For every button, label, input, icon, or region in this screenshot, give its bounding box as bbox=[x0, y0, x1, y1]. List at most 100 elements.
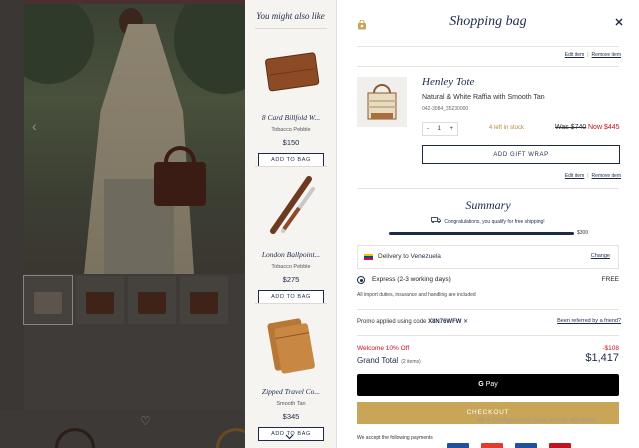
upsell-item-name[interactable]: London Ballpoint... bbox=[245, 250, 336, 259]
discount-label: Welcome 10% Off bbox=[357, 345, 410, 352]
payment-logo-icon bbox=[481, 443, 503, 448]
grand-total-value: $1,417 bbox=[585, 352, 619, 364]
promo-code: X8N76WFW bbox=[428, 319, 462, 325]
pen-image[interactable] bbox=[253, 169, 329, 247]
divider bbox=[357, 335, 619, 336]
shipping-method-label[interactable]: Express (2-3 working days) bbox=[372, 276, 451, 283]
item-actions: Edit item | Remove item bbox=[565, 173, 621, 179]
close-icon[interactable] bbox=[615, 15, 623, 29]
quantity-decrease-button[interactable]: - bbox=[427, 126, 429, 132]
windows-activation-watermark: Ve a Configuración para activar Windows. bbox=[477, 417, 598, 424]
express-shipping-radio[interactable] bbox=[357, 276, 365, 284]
summary-title: Summary bbox=[465, 198, 511, 212]
upsell-item-name[interactable]: 8 Card Billfold W... bbox=[245, 113, 336, 122]
google-pay-label: Pay bbox=[485, 381, 498, 388]
divider bbox=[357, 66, 619, 67]
google-pay-button[interactable]: G Pay bbox=[357, 374, 619, 396]
add-to-bag-button[interactable]: ADD TO BAG bbox=[258, 290, 324, 304]
payment-logo-icon bbox=[447, 443, 469, 448]
thumbnail-strip bbox=[23, 275, 245, 326]
upsell-item-color: Tobacco Pebble bbox=[271, 127, 311, 133]
edit-item-link[interactable]: Edit item bbox=[565, 52, 584, 58]
bottom-recommendations bbox=[0, 410, 245, 448]
left-rail bbox=[0, 0, 24, 448]
item-actions: Edit item | Remove item bbox=[565, 52, 621, 58]
now-price: Now $445 bbox=[588, 124, 620, 131]
change-destination-link[interactable]: Change bbox=[591, 253, 610, 259]
payment-logos bbox=[447, 443, 571, 448]
thumbnail[interactable] bbox=[180, 276, 228, 324]
item-count: (2 items) bbox=[401, 359, 421, 365]
upsell-item[interactable]: 8 Card Billfold W... Tobacco Pebble $150… bbox=[245, 32, 336, 167]
venezuela-flag-icon bbox=[364, 254, 373, 260]
bag-header: Shopping bag bbox=[337, 0, 639, 46]
travel-case-image[interactable] bbox=[253, 306, 329, 384]
divider bbox=[357, 188, 619, 189]
divider bbox=[357, 309, 619, 310]
free-shipping-text: Congratulations, you qualify for free sh… bbox=[444, 219, 545, 225]
upsell-item-name[interactable]: Zipped Travel Co... bbox=[245, 387, 336, 396]
upsell-item-color: Tobacco Pebble bbox=[271, 264, 311, 270]
stock-status: 4 left in stock bbox=[489, 125, 525, 131]
divider bbox=[357, 46, 619, 47]
shipping-cost: FREE bbox=[601, 276, 619, 283]
edit-item-link[interactable]: Edit item bbox=[565, 173, 584, 179]
carousel-prev-icon[interactable]: ‹ bbox=[32, 118, 37, 134]
discount-value: -$108 bbox=[602, 345, 619, 352]
thumbnail[interactable] bbox=[23, 275, 73, 325]
remove-item-link[interactable]: Remove item bbox=[592, 52, 621, 58]
heart-icon[interactable]: ♡ bbox=[140, 414, 151, 428]
delivery-country: Venezuela bbox=[410, 253, 441, 260]
bag-title: Shopping bag bbox=[449, 14, 527, 29]
bag-in-hero bbox=[154, 162, 206, 206]
free-shipping-progress-bar bbox=[389, 232, 574, 235]
remove-item-link[interactable]: Remove item bbox=[592, 173, 621, 179]
link-separator: | bbox=[587, 52, 589, 58]
item-sku: 042-3084_35230000 bbox=[422, 106, 469, 112]
accepted-payments-note: We accept the following payments bbox=[357, 435, 433, 441]
upsell-item-price: $345 bbox=[282, 412, 300, 421]
remove-promo-icon[interactable]: ✕ bbox=[463, 319, 468, 325]
thumbnail[interactable] bbox=[128, 276, 176, 324]
grand-total-text: Grand Total bbox=[357, 356, 399, 365]
was-price: Was $740 bbox=[555, 124, 587, 131]
upsell-panel: You might also like 8 Card Billfold W...… bbox=[245, 0, 337, 448]
truck-icon bbox=[431, 217, 442, 225]
divider bbox=[255, 303, 327, 304]
add-to-bag-button[interactable]: ADD TO BAG bbox=[258, 153, 324, 167]
upsell-item[interactable]: Zipped Travel Co... Smooth Tan $345 ADD … bbox=[245, 306, 336, 441]
divider bbox=[255, 28, 327, 29]
promo-prefix: Promo applied using code bbox=[357, 319, 427, 325]
item-variant: Natural & White Raffia with Smooth Tan bbox=[422, 94, 545, 101]
hero-image bbox=[24, 4, 245, 274]
product-page-background: ‹ ♡ bbox=[0, 0, 245, 448]
payment-logo-icon bbox=[515, 443, 537, 448]
google-g-icon: G bbox=[478, 381, 484, 388]
quantity-stepper[interactable]: - 1 + bbox=[422, 122, 458, 136]
upsell-item-price: $150 bbox=[282, 138, 300, 147]
payment-logo-icon bbox=[549, 443, 571, 448]
promo-applied: Promo applied using code X8N76WFW ✕ bbox=[357, 318, 468, 325]
delivery-prefix: Delivery to bbox=[378, 253, 409, 260]
upsell-item-color: Smooth Tan bbox=[276, 401, 306, 407]
thumbnail[interactable] bbox=[76, 276, 124, 324]
delivery-label: Delivery to Venezuela bbox=[378, 253, 441, 260]
upsell-item[interactable]: London Ballpoint... Tobacco Pebble $275 … bbox=[245, 169, 336, 304]
free-shipping-note: Congratulations, you qualify for free sh… bbox=[337, 217, 639, 225]
chevron-down-icon[interactable] bbox=[285, 432, 294, 442]
item-name[interactable]: Henley Tote bbox=[422, 76, 474, 88]
wallet-image[interactable] bbox=[253, 32, 329, 110]
add-gift-wrap-button[interactable]: ADD GIFT WRAP bbox=[422, 145, 620, 164]
upsell-item-price: $275 bbox=[282, 275, 300, 284]
quantity-value: 1 bbox=[437, 126, 441, 132]
grand-total-label: Grand Total (2 items) bbox=[357, 356, 421, 365]
shopping-bag-panel: Shopping bag Edit item | Remove item Henle… bbox=[337, 0, 639, 448]
henley-tote-image[interactable] bbox=[357, 77, 407, 127]
link-separator: | bbox=[587, 173, 589, 179]
referral-link[interactable]: Been referred by a friend? bbox=[557, 318, 621, 324]
delivery-destination: Delivery to Venezuela Change bbox=[357, 245, 619, 269]
divider bbox=[255, 166, 327, 167]
quantity-increase-button[interactable]: + bbox=[449, 126, 453, 132]
free-shipping-threshold: $300 bbox=[577, 230, 589, 236]
duties-note: All import duties, insurance and handlin… bbox=[357, 292, 476, 298]
